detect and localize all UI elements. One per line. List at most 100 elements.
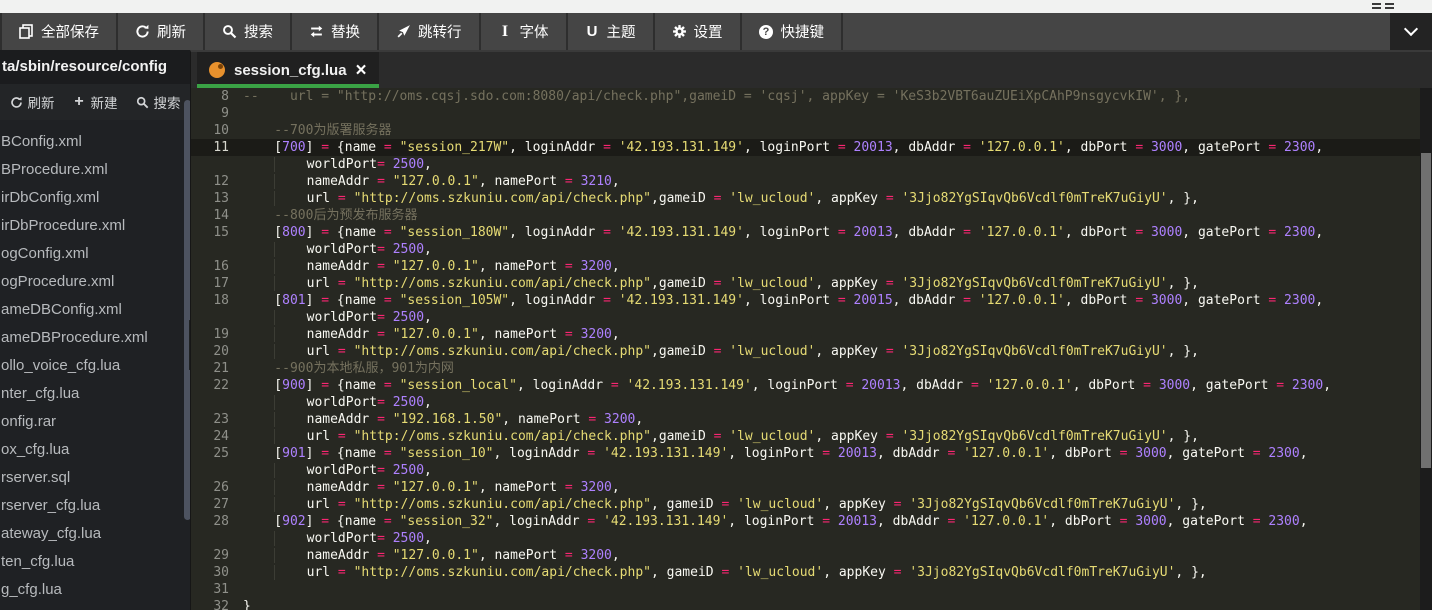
theme-button[interactable]: U 主题: [568, 13, 655, 50]
search-button[interactable]: 搜索: [205, 13, 292, 50]
code-line: 17 url = "http://oms.szkuniu.com/api/che…: [191, 275, 1420, 292]
line-number: 18: [191, 292, 243, 309]
code-editor[interactable]: 8-- url = "http://oms.cqsj.sdo.com:8080/…: [190, 88, 1420, 610]
code-text: nameAddr = "127.0.0.1", namePort = 3200,: [243, 479, 1420, 496]
line-number: 22: [191, 377, 243, 394]
settings-label: 设置: [694, 21, 723, 42]
file-item[interactable]: BProcedure.xml: [0, 156, 190, 184]
line-number: 16: [191, 258, 243, 275]
settings-icon: [672, 24, 687, 39]
line-number: 10: [191, 122, 243, 139]
tab-close-icon[interactable]: ×: [356, 61, 367, 80]
code-text: --800后为预发布服务器: [243, 207, 1420, 224]
code-text: [901] = {name = "session_10", loginAddr …: [243, 445, 1420, 462]
code-text: url = "http://oms.szkuniu.com/api/check.…: [243, 564, 1420, 581]
font-button[interactable]: I 字体: [481, 13, 568, 50]
breadcrumb-path: ta/sbin/resource/config: [0, 50, 190, 84]
code-text: url = "http://oms.szkuniu.com/api/check.…: [243, 428, 1420, 445]
file-item[interactable]: rserver_cfg.lua: [0, 492, 190, 520]
window-top-strip: [0, 0, 1432, 13]
code-text: [243, 105, 1420, 122]
indent-guide: [274, 344, 275, 359]
code-text: worldPort= 2500,: [243, 530, 1420, 547]
file-item[interactable]: irDbConfig.xml: [0, 184, 190, 212]
line-number: [191, 241, 243, 258]
code-line: 14 --800后为预发布服务器: [191, 207, 1420, 224]
code-text: [800] = {name = "session_180W", loginAdd…: [243, 224, 1420, 241]
code-text: nameAddr = "127.0.0.1", namePort = 3200,: [243, 258, 1420, 275]
code-text: url = "http://oms.szkuniu.com/api/check.…: [243, 343, 1420, 360]
shortcuts-button[interactable]: ? 快捷键: [742, 13, 844, 50]
file-item[interactable]: ollo_voice_cfg.lua: [0, 352, 190, 380]
line-number: 12: [191, 173, 243, 190]
file-item[interactable]: ogConfig.xml: [0, 240, 190, 268]
line-number: 9: [191, 105, 243, 122]
file-item[interactable]: ameDBConfig.xml: [0, 296, 190, 324]
search-label: 搜索: [244, 21, 273, 42]
code-line: worldPort= 2500,: [191, 309, 1420, 326]
sidebar-actions: 刷新 + 新建 搜索: [0, 84, 190, 120]
indent-guide: [274, 463, 275, 478]
save-all-button[interactable]: 全部保存: [0, 13, 118, 50]
code-text: worldPort= 2500,: [243, 309, 1420, 326]
line-number: 17: [191, 275, 243, 292]
indent-guide: [274, 395, 275, 410]
line-number: 28: [191, 513, 243, 530]
tab-session-cfg-lua[interactable]: session_cfg.lua ×: [197, 52, 379, 88]
line-number: 30: [191, 564, 243, 581]
file-list: BConfig.xmlBProcedure.xmlirDbConfig.xmli…: [0, 120, 190, 604]
file-item[interactable]: ateway_cfg.lua: [0, 520, 190, 548]
line-number: 20: [191, 343, 243, 360]
goto-line-icon: [396, 24, 411, 39]
code-text: nameAddr = "127.0.0.1", namePort = 3200,: [243, 547, 1420, 564]
file-item[interactable]: rserver.sql: [0, 464, 190, 492]
toolbar-collapse-button[interactable]: [1390, 13, 1432, 50]
goto-line-button[interactable]: 跳转行: [379, 13, 481, 50]
code-text: [900] = {name = "session_local", loginAd…: [243, 377, 1420, 394]
file-item[interactable]: ten_cfg.lua: [0, 548, 190, 576]
code-line: 9: [191, 105, 1420, 122]
code-text: nameAddr = "127.0.0.1", namePort = 3210,: [243, 173, 1420, 190]
line-number: 21: [191, 360, 243, 377]
file-item[interactable]: onfig.rar: [0, 408, 190, 436]
file-item[interactable]: ameDBProcedure.xml: [0, 324, 190, 352]
file-item[interactable]: ox_cfg.lua: [0, 436, 190, 464]
code-line: worldPort= 2500,: [191, 462, 1420, 479]
window-artifact: [1385, 3, 1394, 9]
settings-button[interactable]: 设置: [655, 13, 742, 50]
code-line: 19 nameAddr = "127.0.0.1", namePort = 32…: [191, 326, 1420, 343]
code-line: worldPort= 2500,: [191, 530, 1420, 547]
line-number: 13: [191, 190, 243, 207]
sidebar-refresh-button[interactable]: 刷新: [10, 92, 55, 112]
indent-guide: [274, 259, 275, 274]
line-number: 15: [191, 224, 243, 241]
file-item[interactable]: g_cfg.lua: [0, 576, 190, 604]
editor-scrollbar-thumb[interactable]: [1421, 153, 1431, 468]
sidebar-search-button[interactable]: 搜索: [136, 92, 181, 112]
refresh-button[interactable]: 刷新: [118, 13, 205, 50]
code-text: --700为版署服务器: [243, 122, 1420, 139]
code-line: 24 url = "http://oms.szkuniu.com/api/che…: [191, 428, 1420, 445]
replace-label: 替换: [331, 21, 360, 42]
line-number: [191, 462, 243, 479]
code-line: 8-- url = "http://oms.cqsj.sdo.com:8080/…: [191, 88, 1420, 105]
window-artifact: [1372, 3, 1381, 9]
code-line: 31: [191, 581, 1420, 598]
font-label: 字体: [520, 21, 549, 42]
code-line: 10 --700为版署服务器: [191, 122, 1420, 139]
indent-guide: [274, 174, 275, 189]
sidebar-new-file-button[interactable]: + 新建: [73, 92, 118, 112]
file-item[interactable]: nter_cfg.lua: [0, 380, 190, 408]
line-number: [191, 530, 243, 547]
line-number: 31: [191, 581, 243, 598]
indent-guide: [274, 191, 275, 206]
replace-button[interactable]: 替换: [292, 13, 379, 50]
file-item[interactable]: irDbProcedure.xml: [0, 212, 190, 240]
line-number: 27: [191, 496, 243, 513]
file-item[interactable]: BConfig.xml: [0, 128, 190, 156]
file-item[interactable]: ogProcedure.xml: [0, 268, 190, 296]
code-text: --900为本地私服，901为内网: [243, 360, 1420, 377]
code-line: worldPort= 2500,: [191, 241, 1420, 258]
code-line: 15 [800] = {name = "session_180W", login…: [191, 224, 1420, 241]
code-text: worldPort= 2500,: [243, 156, 1420, 173]
